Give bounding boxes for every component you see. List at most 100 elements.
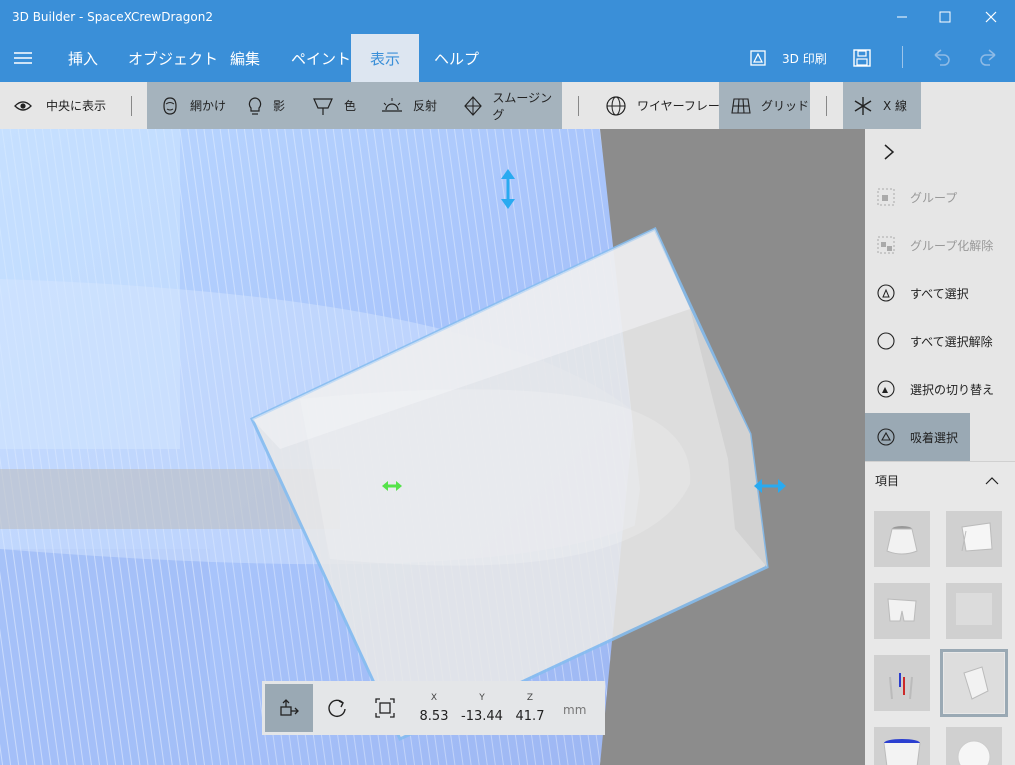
globe-icon [606, 95, 626, 116]
items-header: 項目 [875, 474, 900, 488]
deselect-all-icon [877, 332, 895, 350]
print-label: 3D 印刷 [782, 51, 827, 66]
chevron-up-icon[interactable] [985, 476, 999, 486]
reflection-label: 反射 [413, 99, 438, 113]
scale-icon [375, 698, 395, 718]
lightbulb-icon [248, 96, 262, 115]
transform-panel: X 8.53 Y -13.44 Z 41.7 mm [262, 681, 605, 735]
rotate-tool-button[interactable] [313, 684, 361, 732]
3d-viewport[interactable] [0, 129, 865, 765]
hamburger-button[interactable] [8, 44, 38, 72]
toolbar-separator [131, 96, 132, 116]
z-label: Z [526, 692, 534, 703]
ungroup-label: グループ化解除 [910, 238, 994, 253]
eye-icon [14, 100, 32, 111]
smoothing-label: スムージング [492, 90, 553, 122]
wireframe-label: ワイヤーフレーム [637, 99, 732, 113]
item-thumbnail[interactable] [946, 583, 1002, 639]
ungroup-icon [877, 236, 895, 254]
group-icon [877, 188, 895, 206]
item-thumbnail[interactable] [946, 511, 1002, 567]
mesh-label: 網かけ [190, 99, 227, 113]
center-view-button[interactable]: 中央に表示 [14, 82, 106, 129]
z-value: 41.7 [515, 708, 545, 724]
item-preview [886, 526, 918, 555]
save-button[interactable] [852, 34, 872, 82]
toolbar-separator [578, 96, 579, 116]
mesh-icon [163, 96, 177, 115]
item-thumbnail[interactable] [874, 655, 930, 711]
item-preview [961, 522, 993, 552]
z-coordinate[interactable]: Z 41.7 [507, 693, 553, 724]
diamond-icon [464, 95, 482, 116]
print-button[interactable]: 3D 印刷 [748, 34, 827, 82]
close-button[interactable] [968, 0, 1014, 34]
toggle-selection-button[interactable]: 選択の切り替え [865, 365, 1015, 413]
move-icon [280, 699, 299, 716]
toggle-selection-label: 選択の切り替え [910, 382, 995, 397]
maximize-button[interactable] [922, 0, 968, 34]
y-value: -13.44 [461, 708, 503, 724]
reflection-button[interactable]: 反射 [381, 82, 437, 129]
redo-button[interactable] [978, 34, 1000, 82]
paint-bucket-icon [313, 97, 333, 115]
deselect-all-button[interactable]: すべて選択解除 [865, 317, 1015, 365]
asterisk-icon [854, 96, 872, 115]
item-thumbnail[interactable] [874, 511, 930, 567]
shadow-button[interactable]: 影 [247, 82, 285, 129]
close-icon [985, 11, 997, 23]
grid-button[interactable]: グリッド [719, 82, 810, 129]
unit-label: mm [563, 703, 587, 717]
smoothing-button[interactable]: スムージング [463, 82, 562, 129]
grid-icon [731, 97, 751, 114]
toggle-selection-icon [877, 380, 895, 398]
menu-bar: 挿入 オブジェクト 編集 ペイント 表示 ヘルプ 3D 印刷 [0, 34, 1015, 82]
grid-label: グリッド [761, 99, 810, 113]
hamburger-icon [14, 52, 32, 64]
select-all-label: すべて選択 [910, 286, 969, 301]
x-coordinate[interactable]: X 8.53 [411, 693, 457, 724]
mesh-button[interactable]: 網かけ [160, 82, 226, 129]
group-label: グループ [910, 190, 958, 205]
tab-edit[interactable]: 編集 [216, 34, 274, 82]
group-button[interactable]: グループ [865, 173, 1015, 221]
select-all-icon [877, 284, 895, 302]
save-icon [853, 49, 871, 67]
minimize-icon [897, 16, 907, 18]
item-preview [883, 739, 921, 765]
magnet-select-label: 吸着選択 [910, 430, 959, 445]
color-button[interactable]: 色 [312, 82, 356, 129]
shadow-label: 影 [273, 99, 286, 113]
tab-help[interactable]: ヘルプ [420, 34, 493, 82]
item-thumbnail[interactable] [874, 727, 930, 765]
scene-render [0, 129, 865, 765]
redo-icon [980, 49, 996, 66]
tab-view[interactable]: 表示 [351, 34, 419, 82]
minimize-button[interactable] [879, 0, 925, 34]
wireframe-button[interactable]: ワイヤーフレーム [605, 82, 732, 129]
item-thumbnail[interactable] [874, 583, 930, 639]
x-label: X [430, 692, 438, 703]
y-coordinate[interactable]: Y -13.44 [457, 693, 507, 724]
magnet-select-button[interactable]: 吸着選択 [865, 413, 970, 461]
items-section: 項目 [865, 461, 1015, 765]
tab-insert[interactable]: 挿入 [54, 34, 112, 82]
collapse-panel-button[interactable] [865, 129, 1015, 177]
sunrise-icon [382, 97, 402, 112]
item-preview [887, 598, 917, 622]
tab-object[interactable]: オブジェクト [114, 34, 232, 82]
item-thumbnail-selected[interactable] [940, 649, 1008, 717]
item-preview [963, 666, 989, 700]
view-toolbar: 中央に表示 網かけ 影 色 反射 スムージング ワイヤーフレーム グリッド X … [0, 82, 1015, 129]
item-preview [889, 673, 913, 700]
select-all-button[interactable]: すべて選択 [865, 269, 1015, 317]
move-tool-button[interactable] [265, 684, 313, 732]
scale-tool-button[interactable] [361, 684, 409, 732]
undo-button[interactable] [930, 34, 952, 82]
chevron-right-icon [884, 144, 895, 160]
xray-button[interactable]: X 線 [843, 82, 921, 129]
xray-label: X 線 [883, 99, 908, 113]
x-value: 8.53 [419, 708, 449, 724]
ungroup-button[interactable]: グループ化解除 [865, 221, 1015, 269]
item-thumbnail[interactable] [946, 727, 1002, 765]
